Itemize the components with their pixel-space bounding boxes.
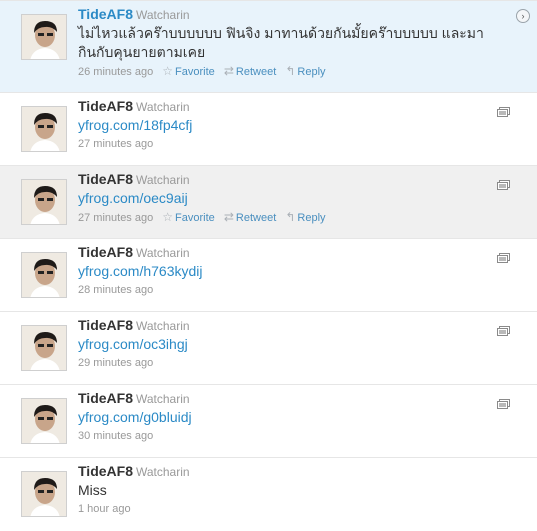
photo-icon[interactable] — [497, 396, 510, 409]
tweet-text: ไม่ไหวแล้วคร๊าบบบบบบ ฟินจิง มาทานด้วยกัน… — [78, 25, 484, 60]
screen-name[interactable]: TideAF8 — [78, 463, 133, 479]
tweet-text: Miss — [78, 482, 107, 498]
screen-name[interactable]: TideAF8 — [78, 244, 133, 260]
timestamp[interactable]: 27 minutes ago — [78, 212, 153, 224]
photo-icon[interactable] — [497, 177, 510, 190]
avatar[interactable] — [21, 252, 67, 298]
tweet-timeline: TideAF8 Watcharin ไม่ไหวแล้วคร๊าบบบบบบ ฟิ… — [0, 0, 537, 531]
retweet-icon: ⇄ — [223, 210, 234, 224]
retweet-label: Retweet — [235, 66, 277, 78]
tweet-item[interactable]: TideAF8 Watcharin yfrog.com/h763kydij 28 … — [0, 239, 537, 312]
tweet-item[interactable]: TideAF8 Watcharin yfrog.com/oc3ihgj 29 mi… — [0, 312, 537, 385]
screen-name[interactable]: TideAF8 — [78, 390, 133, 406]
avatar[interactable] — [21, 106, 67, 152]
timestamp[interactable]: 29 minutes ago — [78, 357, 153, 369]
reply-label: Reply — [297, 212, 326, 224]
screen-name[interactable]: TideAF8 — [78, 6, 133, 22]
full-name: Watcharin — [135, 392, 190, 406]
screen-name[interactable]: TideAF8 — [78, 98, 133, 114]
retweet-icon: ⇄ — [223, 64, 234, 78]
timestamp[interactable]: 26 minutes ago — [78, 66, 153, 78]
photo-icon[interactable] — [497, 323, 510, 336]
avatar[interactable] — [21, 398, 67, 444]
star-icon: ☆ — [162, 64, 174, 78]
full-name: Watcharin — [135, 173, 190, 187]
tweet-item[interactable]: TideAF8 Watcharin yfrog.com/18fp4cfj 27 m… — [0, 93, 537, 166]
tweet-link[interactable]: yfrog.com/oc3ihgj — [78, 335, 497, 354]
timestamp[interactable]: 30 minutes ago — [78, 430, 153, 442]
favorite-label: Favorite — [175, 66, 215, 78]
retweet-label: Retweet — [235, 212, 277, 224]
retweet-button[interactable]: ⇄ Retweet — [223, 210, 277, 224]
reply-button[interactable]: ↰ Reply — [285, 64, 326, 78]
tweet-link[interactable]: yfrog.com/h763kydij — [78, 262, 497, 281]
expand-arrow-icon[interactable]: › — [516, 9, 530, 23]
photo-icon[interactable] — [497, 250, 510, 263]
tweet-item[interactable]: TideAF8 Watcharin yfrog.com/g0bluidj 30 m… — [0, 385, 537, 458]
timestamp[interactable]: 27 minutes ago — [78, 138, 153, 150]
timestamp[interactable]: 28 minutes ago — [78, 284, 153, 296]
tweet-link[interactable]: yfrog.com/18fp4cfj — [78, 116, 497, 135]
reply-arrow-icon: ↰ — [285, 210, 296, 224]
full-name: Watcharin — [135, 319, 190, 333]
screen-name[interactable]: TideAF8 — [78, 171, 133, 187]
full-name: Watcharin — [135, 100, 190, 114]
full-name: Watcharin — [135, 8, 190, 22]
star-icon: ☆ — [162, 210, 174, 224]
retweet-button[interactable]: ⇄ Retweet — [223, 64, 277, 78]
photo-icon[interactable] — [497, 104, 510, 117]
screen-name[interactable]: TideAF8 — [78, 317, 133, 333]
tweet-link[interactable]: yfrog.com/oec9aij — [78, 189, 497, 208]
tweet-item[interactable]: TideAF8 Watcharin ไม่ไหวแล้วคร๊าบบบบบบ ฟิ… — [0, 1, 537, 93]
tweet-item[interactable]: TideAF8 Watcharin yfrog.com/oec9aij 27 mi… — [0, 166, 537, 239]
reply-button[interactable]: ↰ Reply — [285, 210, 326, 224]
full-name: Watcharin — [135, 465, 190, 479]
favorite-button[interactable]: ☆ Favorite — [162, 210, 215, 224]
favorite-label: Favorite — [175, 212, 215, 224]
favorite-button[interactable]: ☆ Favorite — [162, 64, 215, 78]
tweet-item[interactable]: TideAF8 Watcharin Miss 1 hour ago — [0, 458, 537, 531]
avatar[interactable] — [21, 14, 67, 60]
full-name: Watcharin — [135, 246, 190, 260]
reply-label: Reply — [297, 66, 326, 78]
avatar[interactable] — [21, 179, 67, 225]
timestamp[interactable]: 1 hour ago — [78, 503, 131, 515]
avatar[interactable] — [21, 471, 67, 517]
tweet-link[interactable]: yfrog.com/g0bluidj — [78, 408, 497, 427]
reply-arrow-icon: ↰ — [285, 64, 296, 78]
avatar[interactable] — [21, 325, 67, 371]
